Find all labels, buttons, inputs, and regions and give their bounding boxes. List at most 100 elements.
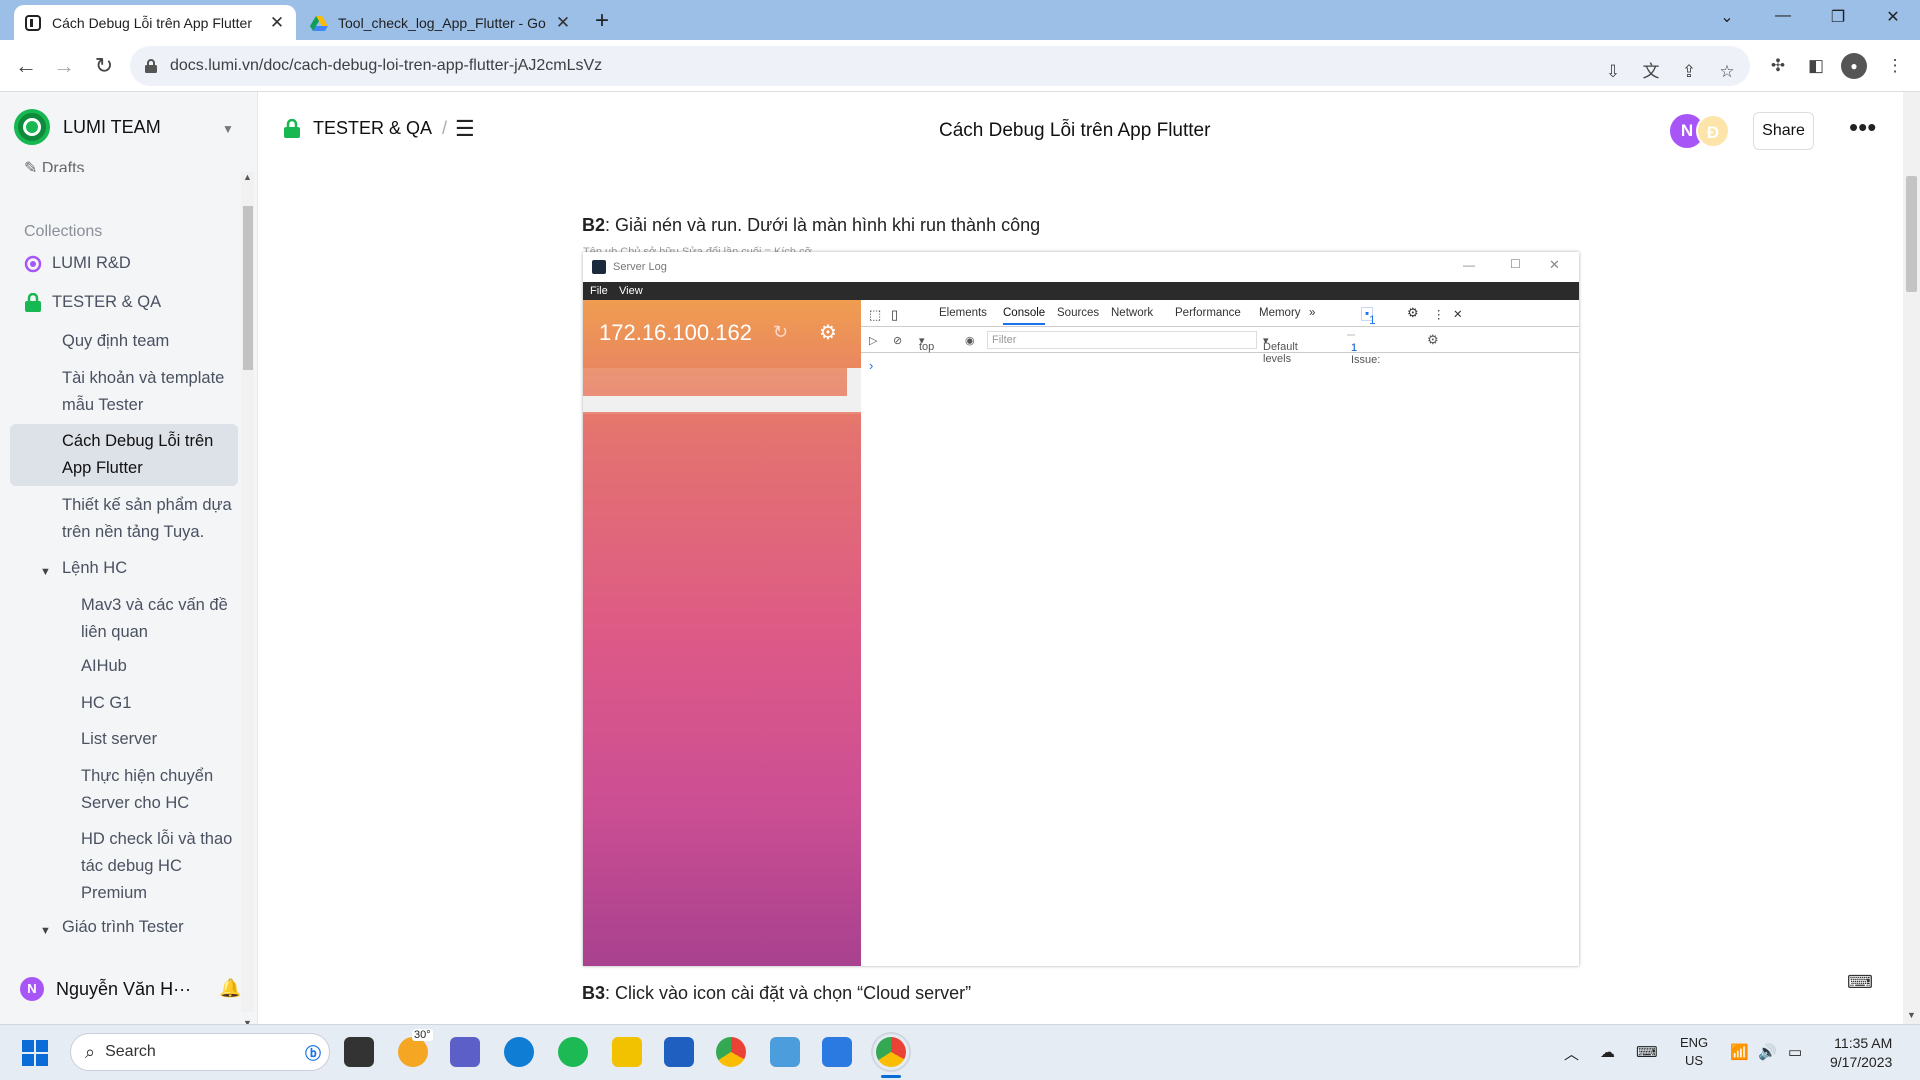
sidebar-collection-lumi-rd[interactable]: LUMI R&D	[24, 250, 131, 277]
forward-icon[interactable]: →	[50, 52, 78, 80]
minimize-icon[interactable]: —	[1768, 7, 1798, 25]
device-icon: ▯	[891, 307, 899, 322]
more-tabs-icon: »	[1309, 307, 1316, 319]
todo-icon[interactable]	[822, 1037, 852, 1067]
sidebar-scrollbar[interactable]: ▲ ▼	[241, 172, 254, 1028]
chevron-up-icon[interactable]: ︿	[1564, 1043, 1579, 1064]
new-tab-icon[interactable]: +	[595, 7, 609, 35]
sidebar-doc-aihub[interactable]: AIHub	[81, 653, 127, 680]
address-bar[interactable]: docs.lumi.vn/doc/cach-debug-loi-tren-app…	[130, 46, 1750, 86]
install-icon[interactable]: ⇩	[1600, 59, 1626, 85]
chrome-icon[interactable]	[716, 1037, 746, 1067]
clear-console-icon: ⊘	[893, 335, 903, 347]
tab-active[interactable]: Cách Debug Lỗi trên App Flutter ✕	[14, 5, 296, 40]
wifi-icon[interactable]: 📶	[1730, 1043, 1749, 1061]
chrome-active-icon[interactable]	[876, 1037, 906, 1067]
battery-icon[interactable]: ▭	[1788, 1043, 1802, 1061]
team-logo	[14, 109, 50, 145]
share-page-icon[interactable]: ⇪	[1676, 59, 1702, 85]
maximize-icon: ☐	[1510, 257, 1521, 271]
scroll-down-icon[interactable]: ▼	[1907, 1010, 1916, 1020]
microsoft-store-icon[interactable]	[664, 1037, 694, 1067]
keyboard-icon[interactable]: ⌨	[1636, 1043, 1658, 1061]
teams-icon[interactable]	[450, 1037, 480, 1067]
sidebar-doc-cach-debug[interactable]: Cách Debug Lỗi trên App Flutter	[10, 424, 238, 486]
windows-start-icon[interactable]	[22, 1040, 48, 1066]
windows-taskbar: ⌕ Search ⓑ 30° ︿ ☁ ⌨ ENG US 📶 🔊 ▭ 11:35 …	[0, 1024, 1920, 1080]
keyboard-icon[interactable]: ⌨	[1847, 972, 1873, 993]
avatar[interactable]: Đ	[1696, 114, 1730, 148]
tab-search-icon[interactable]: ⌄	[1712, 7, 1742, 27]
gear-icon: ⚙	[819, 322, 837, 344]
translate-icon[interactable]: 文	[1638, 59, 1664, 85]
reload-icon[interactable]: ↻	[90, 52, 118, 80]
back-icon[interactable]: ←	[12, 52, 40, 80]
spotify-icon[interactable]	[558, 1037, 588, 1067]
server-log-screenshot[interactable]: Server Log — ☐ ✕ File View 172.16.100.16…	[583, 252, 1579, 966]
tab-title: Tool_check_log_App_Flutter - Go	[338, 14, 546, 31]
close-tab-icon[interactable]: ✕	[268, 13, 286, 33]
sidebar-doc-tai-khoan[interactable]: Tài khoản và template mẫu Tester	[62, 365, 242, 419]
scroll-thumb[interactable]	[243, 206, 253, 370]
weather-icon[interactable]: 30°	[398, 1029, 433, 1067]
search-label: Search	[105, 1043, 156, 1060]
scroll-thumb[interactable]	[1906, 176, 1917, 292]
tab-console: Console	[1003, 307, 1046, 325]
sidebar-doc-mav3[interactable]: Mav3 và các vấn đề liên quan	[81, 592, 241, 646]
chrome-menu-icon[interactable]: ⋮	[1882, 53, 1908, 79]
page-icon	[25, 14, 41, 31]
window-title: Server Log	[613, 261, 667, 273]
sidebar-collection-tester-qa[interactable]: TESTER & QA	[24, 289, 161, 316]
sidebar-doc-lenh-hc[interactable]: Lệnh HC	[62, 555, 127, 582]
caret-down-icon[interactable]: ▼	[40, 566, 51, 578]
inspect-icon: ⬚	[869, 307, 882, 322]
page-scrollbar[interactable]: ▼	[1903, 92, 1920, 1024]
task-view-icon[interactable]	[344, 1037, 374, 1067]
team-switcher[interactable]: LUMI TEAM	[14, 109, 161, 145]
extensions-icon[interactable]: ✣	[1765, 53, 1791, 79]
date: 9/17/2023	[1830, 1054, 1893, 1070]
window-titlebar: Server Log — ☐ ✕	[583, 252, 1579, 282]
bell-icon[interactable]: 🔔	[219, 978, 241, 999]
taskbar-search[interactable]: ⌕ Search ⓑ	[70, 1033, 330, 1071]
server-panel: 172.16.100.162 ↻ ⚙	[583, 300, 861, 966]
team-name: LUMI TEAM	[63, 116, 161, 137]
scroll-up-icon[interactable]: ▲	[243, 172, 252, 182]
avatar: N	[20, 977, 44, 1001]
sidebar-doc-list-server[interactable]: List server	[81, 726, 157, 753]
tab-network: Network	[1111, 307, 1154, 319]
bookmark-star-icon[interactable]: ☆	[1714, 59, 1740, 85]
edge-icon[interactable]	[504, 1037, 534, 1067]
sidebar-item-drafts[interactable]: ✎ Drafts	[24, 158, 85, 172]
breadcrumb-collection[interactable]: TESTER & QA	[313, 118, 432, 139]
chevron-down-icon[interactable]: ▼	[222, 122, 234, 136]
share-button[interactable]: Share	[1753, 112, 1814, 150]
photos-icon[interactable]	[770, 1037, 800, 1067]
volume-icon[interactable]: 🔊	[1758, 1043, 1777, 1061]
file-explorer-icon[interactable]	[612, 1037, 642, 1067]
language-indicator[interactable]: ENG US	[1680, 1034, 1708, 1070]
more-options-icon[interactable]: •••	[1849, 112, 1876, 143]
table-of-contents-icon[interactable]: ☰	[455, 116, 475, 142]
tab-inactive[interactable]: Tool_check_log_App_Flutter - Go ✕	[300, 5, 582, 40]
levels-value: Default levels	[1263, 341, 1298, 365]
sidebar-doc-thuc-hien[interactable]: Thực hiện chuyển Server cho HC	[81, 763, 231, 817]
restore-icon[interactable]: ❐	[1823, 7, 1853, 27]
sidebar-doc-hd-check[interactable]: HD check lỗi và thao tác debug HC Premiu…	[81, 826, 241, 907]
close-tab-icon[interactable]: ✕	[554, 13, 572, 33]
onedrive-icon[interactable]: ☁	[1600, 1043, 1615, 1061]
close-window-icon[interactable]: ✕	[1878, 7, 1908, 27]
clock[interactable]: 11:35 AM 9/17/2023	[1830, 1034, 1892, 1072]
eye-icon: ◉	[965, 335, 975, 347]
profile-avatar[interactable]: ●	[1841, 53, 1867, 79]
side-panel-icon[interactable]: ◧	[1803, 53, 1829, 79]
caret-down-icon[interactable]: ▼	[40, 925, 51, 937]
sidebar-doc-thiet-ke[interactable]: Thiết kế sản phẩm dựa trên nền tảng Tuya…	[62, 492, 242, 546]
gear-icon: ⚙	[1427, 332, 1439, 347]
step-text: : Click vào icon cài đặt và chọn “Cloud …	[605, 983, 972, 1003]
sidebar-doc-giao-trinh[interactable]: Giáo trình Tester	[62, 914, 184, 941]
devtools-panel: ⬚ ▯ Elements Console Sources Network Per…	[861, 300, 1579, 966]
sidebar-doc-quy-dinh-team[interactable]: Quy định team	[62, 328, 238, 355]
user-profile[interactable]: N Nguyễn Văn H···	[20, 977, 191, 1001]
sidebar-doc-hc-g1[interactable]: HC G1	[81, 690, 131, 717]
